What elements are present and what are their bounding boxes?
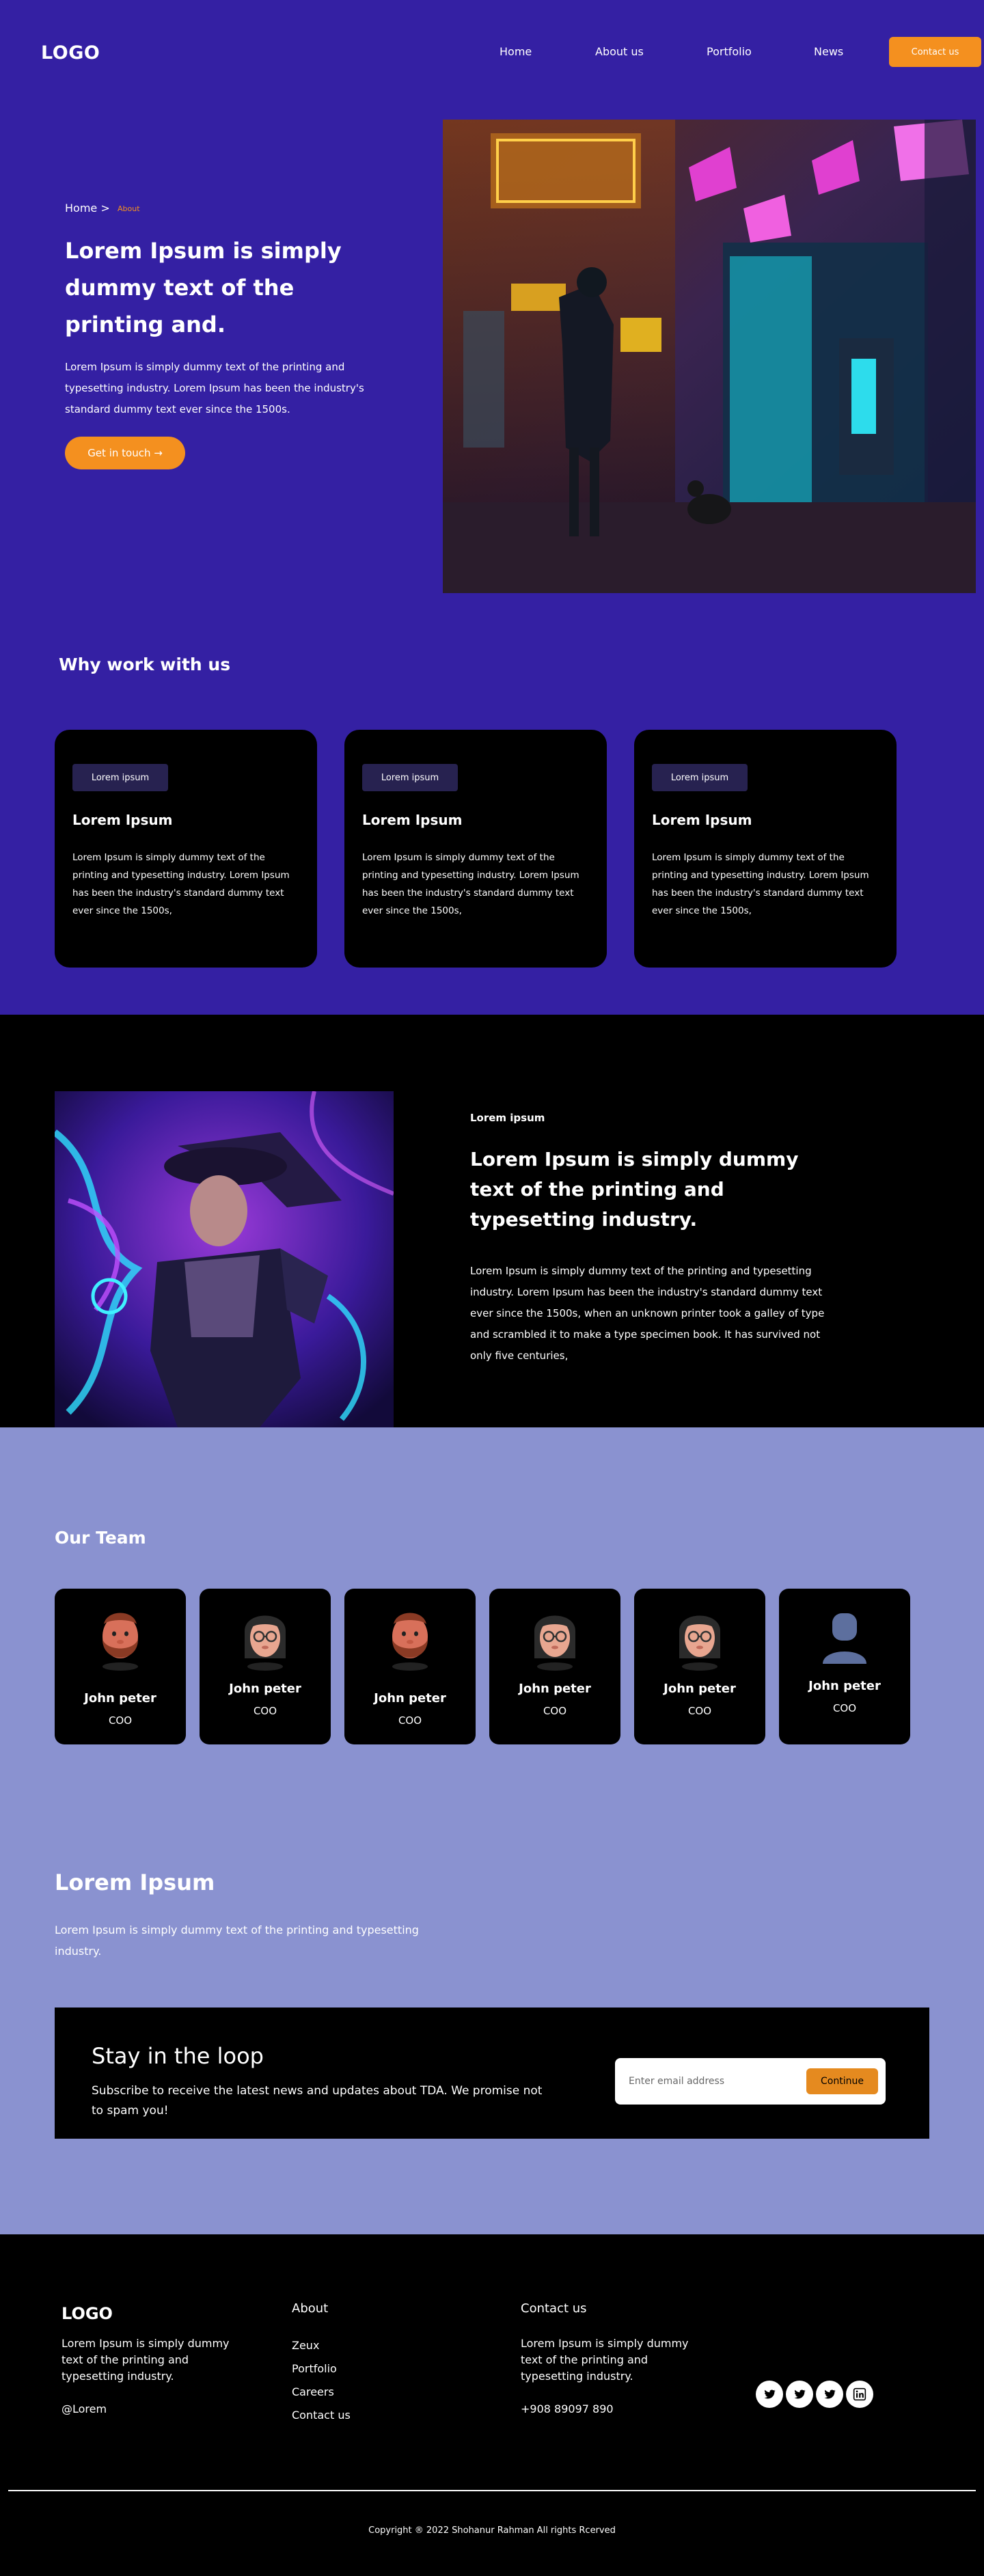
card-text: Lorem Ipsum is simply dummy text of the … — [362, 852, 579, 916]
glasses-woman-avatar-icon — [672, 1604, 727, 1672]
card-title: Lorem Ipsum — [362, 812, 463, 828]
footer: LOGO Lorem Ipsum is simply dummy text of… — [0, 2234, 984, 2576]
feature-eyebrow: Lorem ipsum — [470, 1112, 545, 1124]
team-member-card[interactable]: John peter COO — [344, 1589, 476, 1744]
nav-news[interactable]: News — [814, 45, 843, 58]
nav-portfolio[interactable]: Portfolio — [707, 45, 752, 58]
card-tag[interactable]: Lorem ipsum — [652, 764, 748, 791]
member-name: John peter — [664, 1682, 736, 1696]
member-role: COO — [832, 1702, 857, 1714]
card-text: Lorem Ipsum is simply dummy text of the … — [72, 852, 290, 916]
nav-about-us[interactable]: About us — [595, 45, 644, 58]
glasses-woman-avatar-icon — [238, 1604, 292, 1672]
footer-phone[interactable]: +908 89097 890 — [521, 2402, 614, 2415]
why-work-title: Why work with us — [59, 655, 231, 674]
member-name: John peter — [519, 1682, 591, 1696]
feature-card: Lorem ipsum Lorem Ipsum Lorem Ipsum is s… — [344, 730, 607, 968]
team-title: Our Team — [55, 1528, 146, 1548]
team-member-card[interactable]: John peter COO — [634, 1589, 765, 1744]
footer-link-careers[interactable]: Careers — [292, 2385, 334, 2398]
member-role: COO — [108, 1714, 133, 1727]
linkedin-icon[interactable] — [846, 2381, 873, 2408]
feature-card: Lorem ipsum Lorem Ipsum Lorem Ipsum is s… — [55, 730, 317, 968]
footer-link-zeux[interactable]: Zeux — [292, 2339, 319, 2352]
card-title: Lorem Ipsum — [652, 812, 752, 828]
member-role: COO — [253, 1705, 277, 1717]
twitter-icon[interactable] — [816, 2381, 843, 2408]
contact-us-button[interactable]: Contact us — [889, 37, 981, 67]
nav-home[interactable]: Home — [500, 45, 532, 58]
footer-contact-description: Lorem Ipsum is simply dummy text of the … — [521, 2337, 689, 2383]
newsletter-text: Subscribe to receive the latest news and… — [92, 2084, 543, 2118]
footer-link-portfolio[interactable]: Portfolio — [292, 2362, 337, 2375]
footer-about-heading: About — [292, 2301, 329, 2316]
card-text: Lorem Ipsum is simply dummy text of the … — [652, 852, 869, 916]
footer-description: Lorem Ipsum is simply dummy text of the … — [62, 2337, 230, 2383]
newsletter-box: Stay in the loop Subscribe to receive th… — [55, 2008, 929, 2139]
logo[interactable]: LOGO — [41, 42, 100, 64]
member-name: John peter — [84, 1691, 156, 1705]
get-in-touch-button[interactable]: Get in touch → — [65, 437, 185, 469]
hero-title: Lorem Ipsum is simply dummy text of the … — [65, 238, 342, 338]
footer-contact-heading: Contact us — [521, 2301, 587, 2316]
footer-logo[interactable]: LOGO — [62, 2304, 113, 2323]
twitter-icon[interactable] — [786, 2381, 813, 2408]
card-title: Lorem Ipsum — [72, 812, 173, 828]
email-input[interactable] — [629, 2070, 793, 2092]
team-section: Our Team John peter COO John peter COO John … — [0, 1427, 984, 2234]
feature-text: Lorem Ipsum is simply dummy text of the … — [470, 1265, 825, 1362]
footer-handle[interactable]: @Lorem — [62, 2402, 107, 2415]
copyright: Copyright ® 2022 Shohanur Rahman All rig… — [368, 2525, 616, 2536]
footer-divider — [8, 2490, 976, 2491]
hero-text: Lorem Ipsum is simply dummy text of the … — [65, 361, 364, 415]
bearded-man-avatar-icon — [93, 1604, 148, 1672]
twitter-icon[interactable] — [756, 2381, 783, 2408]
team-member-card[interactable]: John peter COO — [779, 1589, 910, 1744]
bearded-man-avatar-icon — [383, 1604, 437, 1672]
feature-card: Lorem ipsum Lorem Ipsum Lorem Ipsum is s… — [634, 730, 897, 968]
member-role: COO — [398, 1714, 422, 1727]
team-member-card[interactable]: John peter COO — [489, 1589, 620, 1744]
feature-title: Lorem Ipsum is simply dummy text of the … — [470, 1148, 799, 1231]
card-tag[interactable]: Lorem ipsum — [362, 764, 458, 791]
feature-section: Lorem ipsum Lorem Ipsum is simply dummy … — [0, 1015, 984, 1427]
hero-image — [443, 120, 976, 593]
newsletter-form: Continue — [615, 2058, 886, 2105]
feature-image — [55, 1091, 394, 1427]
glasses-woman-avatar-icon — [528, 1604, 582, 1672]
newsletter-title: Stay in the loop — [92, 2043, 264, 2069]
footer-link-contact-us[interactable]: Contact us — [292, 2409, 351, 2422]
lorem-text: Lorem Ipsum is simply dummy text of the … — [55, 1923, 419, 1958]
placeholder-user-avatar-icon — [817, 1604, 872, 1672]
member-name: John peter — [374, 1691, 446, 1705]
team-member-card[interactable]: John peter COO — [200, 1589, 331, 1744]
hero-section: LOGO Home About us Portfolio News Contac… — [0, 0, 984, 1015]
member-name: John peter — [229, 1682, 301, 1696]
member-role: COO — [543, 1705, 567, 1717]
member-role: COO — [687, 1705, 712, 1717]
breadcrumb-home[interactable]: Home > — [65, 202, 110, 215]
team-member-card[interactable]: John peter COO — [55, 1589, 186, 1744]
card-tag[interactable]: Lorem ipsum — [72, 764, 168, 791]
breadcrumb-current: About — [118, 204, 140, 213]
continue-button[interactable]: Continue — [806, 2068, 878, 2094]
lorem-title: Lorem Ipsum — [55, 1869, 215, 1895]
member-name: John peter — [808, 1679, 881, 1693]
